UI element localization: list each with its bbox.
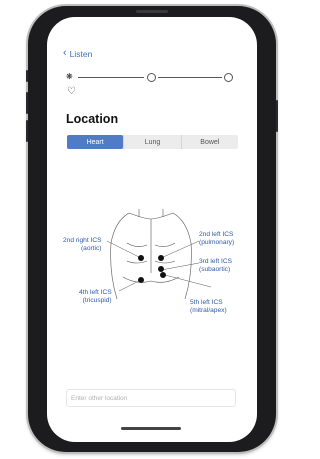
step-3-dot [224,73,233,82]
point-aortic[interactable] [138,255,144,261]
app-screen: ‹ Listen ❋ ♡ Location Heart Lung Bowel 2… [47,17,257,442]
label-subtext: (subaortic) [199,266,231,273]
phone-silent-switch [26,70,28,82]
phone-volume-up [26,92,28,114]
other-location-placeholder: Enter other location [71,394,128,402]
phone-power-button [276,100,278,132]
chest-diagram: 2nd right ICS (aortic) 2nd left ICS (pul… [57,203,247,321]
heart-outline-icon: ♡ [67,86,76,97]
label-3rd-left-ics[interactable]: 3rd left ICS (subaortic) [199,258,232,274]
label-text: 4th left ICS [79,289,112,296]
segment-bowel[interactable]: Bowel [180,135,238,149]
progress-stepper: ❋ [66,73,238,83]
segment-heart[interactable]: Heart [67,135,124,149]
label-text: 2nd right ICS [63,237,102,244]
progress-line [78,77,144,78]
label-text: 2nd left ICS [199,231,234,238]
step-2-dot [147,73,156,82]
label-5th-left-ics[interactable]: 5th left ICS (mitral/apex) [190,299,227,315]
point-mitral[interactable] [160,272,166,278]
phone-volume-down [26,120,28,142]
label-2nd-left-ics[interactable]: 2nd left ICS (pulmonary) [199,231,234,247]
label-subtext: (aortic) [80,245,102,252]
label-text: 5th left ICS [190,299,223,306]
progress-line [158,77,222,78]
segmented-control: Heart Lung Bowel [67,135,238,149]
label-2nd-right-ics[interactable]: 2nd right ICS (aortic) [63,237,101,253]
point-subaortic[interactable] [158,266,164,272]
point-tricuspid[interactable] [138,277,144,283]
phone-speaker [136,10,168,13]
label-text: 3rd left ICS [199,258,232,265]
other-location-input[interactable]: Enter other location [66,389,236,407]
page-title: Location [66,112,119,126]
back-button[interactable]: ‹ Listen [63,48,92,59]
point-pulmonary[interactable] [158,255,164,261]
home-indicator[interactable] [121,427,181,430]
chevron-left-icon: ‹ [63,47,67,59]
label-subtext: (tricuspid) [82,297,112,304]
label-4th-left-ics[interactable]: 4th left ICS (tricuspid) [79,289,112,305]
step-1-marker-icon: ❋ [66,72,73,81]
back-label: Listen [69,48,93,59]
label-subtext: (pulmonary) [199,239,235,246]
label-subtext: (mitral/apex) [190,307,227,314]
segment-lung[interactable]: Lung [123,135,180,149]
